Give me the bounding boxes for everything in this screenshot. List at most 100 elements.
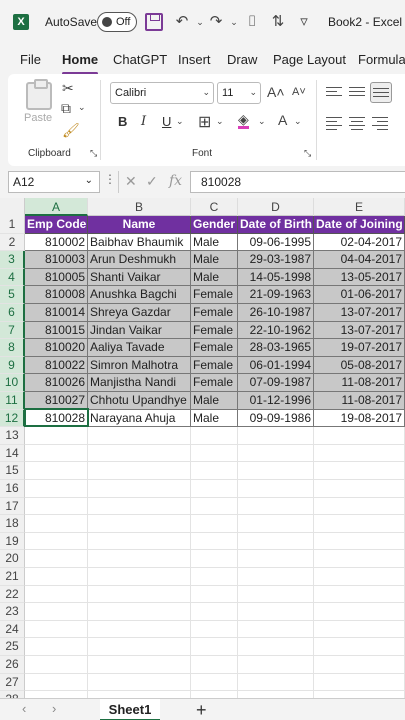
- empty-cell[interactable]: [191, 427, 238, 445]
- empty-cell[interactable]: [314, 568, 405, 586]
- empty-cell[interactable]: [191, 480, 238, 498]
- table-cell[interactable]: 11-08-2017: [314, 374, 405, 392]
- font-launcher-icon[interactable]: ⤡: [304, 148, 311, 159]
- table-cell[interactable]: 26-10-1987: [238, 304, 314, 322]
- table-cell[interactable]: Shanti Vaikar: [88, 268, 191, 287]
- column-header-e[interactable]: E: [314, 198, 405, 216]
- table-cell[interactable]: 09-06-1995: [238, 233, 314, 252]
- empty-cell[interactable]: [88, 656, 191, 674]
- tab-file[interactable]: File: [20, 52, 41, 67]
- empty-cell[interactable]: [314, 638, 405, 656]
- table-cell[interactable]: Jindan Vaikar: [88, 321, 191, 340]
- empty-cell[interactable]: [191, 691, 238, 698]
- borders-dropdown-icon[interactable]: ⌄: [216, 116, 224, 127]
- underline-dropdown-icon[interactable]: ⌄: [176, 116, 184, 127]
- header-cell[interactable]: Emp Code: [25, 216, 88, 234]
- row-header[interactable]: 22: [0, 585, 25, 604]
- empty-cell[interactable]: [314, 585, 405, 604]
- table-cell[interactable]: 810028: [25, 409, 88, 428]
- previous-sheet-icon[interactable]: ‹: [22, 701, 26, 716]
- row-header[interactable]: 23: [0, 603, 25, 621]
- align-bottom-icon[interactable]: [370, 82, 392, 103]
- empty-cell[interactable]: [191, 620, 238, 639]
- table-cell[interactable]: 14-05-1998: [238, 268, 314, 287]
- header-cell[interactable]: Date of Joining: [314, 216, 405, 234]
- header-cell[interactable]: Date of Birth: [238, 216, 314, 234]
- row-header[interactable]: 2: [0, 233, 25, 252]
- empty-cell[interactable]: [88, 638, 191, 656]
- tab-page-layout[interactable]: Page Layout: [273, 52, 346, 67]
- table-cell[interactable]: 810005: [25, 268, 88, 287]
- table-cell[interactable]: Male: [191, 233, 238, 252]
- empty-cell[interactable]: [191, 568, 238, 586]
- empty-cell[interactable]: [238, 480, 314, 498]
- empty-cell[interactable]: [238, 515, 314, 533]
- row-header[interactable]: 20: [0, 550, 25, 568]
- table-cell[interactable]: 810026: [25, 374, 88, 392]
- row-header[interactable]: 4: [0, 268, 25, 287]
- column-header-b[interactable]: B: [88, 198, 191, 216]
- empty-cell[interactable]: [25, 532, 88, 551]
- empty-cell[interactable]: [314, 691, 405, 698]
- empty-cell[interactable]: [238, 656, 314, 674]
- align-right-icon[interactable]: [372, 114, 388, 133]
- empty-cell[interactable]: [25, 620, 88, 639]
- row-header[interactable]: 24: [0, 620, 25, 639]
- tab-draw[interactable]: Draw: [227, 52, 257, 67]
- empty-cell[interactable]: [88, 532, 191, 551]
- empty-cell[interactable]: [25, 462, 88, 480]
- empty-cell[interactable]: [88, 550, 191, 568]
- empty-cell[interactable]: [314, 673, 405, 692]
- table-cell[interactable]: Female: [191, 304, 238, 322]
- row-header[interactable]: 17: [0, 497, 25, 516]
- empty-cell[interactable]: [238, 620, 314, 639]
- table-cell[interactable]: 04-04-2017: [314, 251, 405, 269]
- row-header[interactable]: 16: [0, 480, 25, 498]
- empty-cell[interactable]: [314, 550, 405, 568]
- table-cell[interactable]: Narayana Ahuja: [88, 409, 191, 428]
- row-header[interactable]: 26: [0, 656, 25, 674]
- empty-cell[interactable]: [88, 691, 191, 698]
- table-cell[interactable]: Female: [191, 339, 238, 357]
- tab-insert[interactable]: Insert: [178, 52, 211, 67]
- table-cell[interactable]: 810014: [25, 304, 88, 322]
- borders-icon[interactable]: ⊞: [198, 112, 211, 132]
- decrease-font-icon[interactable]: A˅: [292, 86, 306, 98]
- header-cell[interactable]: Gender: [191, 216, 238, 234]
- row-header[interactable]: 21: [0, 568, 25, 586]
- empty-cell[interactable]: [25, 603, 88, 621]
- row-header[interactable]: 25: [0, 638, 25, 656]
- redo-icon[interactable]: ↷: [206, 11, 226, 33]
- empty-cell[interactable]: [25, 427, 88, 445]
- table-cell[interactable]: Male: [191, 392, 238, 410]
- add-sheet-button[interactable]: +: [196, 700, 207, 720]
- empty-cell[interactable]: [88, 497, 191, 516]
- table-cell[interactable]: 01-06-2017: [314, 286, 405, 304]
- empty-cell[interactable]: [314, 603, 405, 621]
- next-sheet-icon[interactable]: ›: [52, 701, 56, 716]
- empty-cell[interactable]: [25, 515, 88, 533]
- sheet-tab-sheet1[interactable]: Sheet1: [100, 699, 160, 720]
- empty-cell[interactable]: [314, 515, 405, 533]
- sort-icon[interactable]: ⇅: [268, 11, 288, 33]
- table-cell[interactable]: 02-04-2017: [314, 233, 405, 252]
- fill-color-icon[interactable]: ◈: [238, 112, 249, 129]
- empty-cell[interactable]: [88, 585, 191, 604]
- table-cell[interactable]: 22-10-1962: [238, 321, 314, 340]
- row-header[interactable]: 18: [0, 515, 25, 533]
- table-cell[interactable]: 810022: [25, 356, 88, 375]
- table-cell[interactable]: 810027: [25, 392, 88, 410]
- empty-cell[interactable]: [238, 603, 314, 621]
- empty-cell[interactable]: [238, 568, 314, 586]
- empty-cell[interactable]: [314, 480, 405, 498]
- bold-button[interactable]: B: [118, 114, 127, 129]
- table-cell[interactable]: Female: [191, 374, 238, 392]
- redo-dropdown-icon[interactable]: ⌄: [224, 11, 244, 33]
- empty-cell[interactable]: [314, 497, 405, 516]
- table-cell[interactable]: Female: [191, 286, 238, 304]
- align-center-icon[interactable]: [349, 114, 365, 133]
- camera-icon[interactable]: ⌷: [242, 11, 262, 33]
- row-header[interactable]: 6: [0, 304, 25, 322]
- customize-toolbar-icon[interactable]: ▿: [294, 11, 314, 33]
- empty-cell[interactable]: [191, 444, 238, 463]
